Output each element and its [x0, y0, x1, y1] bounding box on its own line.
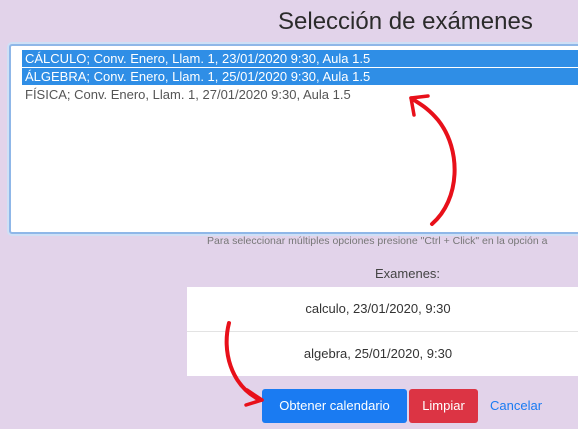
exam-option-algebra[interactable]: ÁLGEBRA; Conv. Enero, Llam. 1, 25/01/202…: [22, 68, 578, 85]
page-title: Selección de exámenes: [278, 8, 533, 35]
get-calendar-button[interactable]: Obtener calendario: [262, 389, 407, 423]
exam-option-fisica[interactable]: FÍSICA; Conv. Enero, Llam. 1, 27/01/2020…: [22, 86, 578, 103]
selected-exams-list: calculo, 23/01/2020, 9:30 algebra, 25/01…: [187, 287, 578, 376]
exam-option-calculo[interactable]: CÁLCULO; Conv. Enero, Llam. 1, 23/01/202…: [22, 50, 578, 67]
cancel-link[interactable]: Cancelar: [490, 389, 550, 423]
selected-exams-heading: Examenes:: [375, 266, 441, 281]
clear-button[interactable]: Limpiar: [409, 389, 478, 423]
exam-multiselect[interactable]: CÁLCULO; Conv. Enero, Llam. 1, 23/01/202…: [9, 44, 578, 234]
selected-exam-item: algebra, 25/01/2020, 9:30: [303, 346, 453, 361]
selected-exam-item: calculo, 23/01/2020, 9:30: [187, 287, 578, 332]
multiselect-hint: Para seleccionar múltiples opciones pres…: [207, 235, 548, 247]
